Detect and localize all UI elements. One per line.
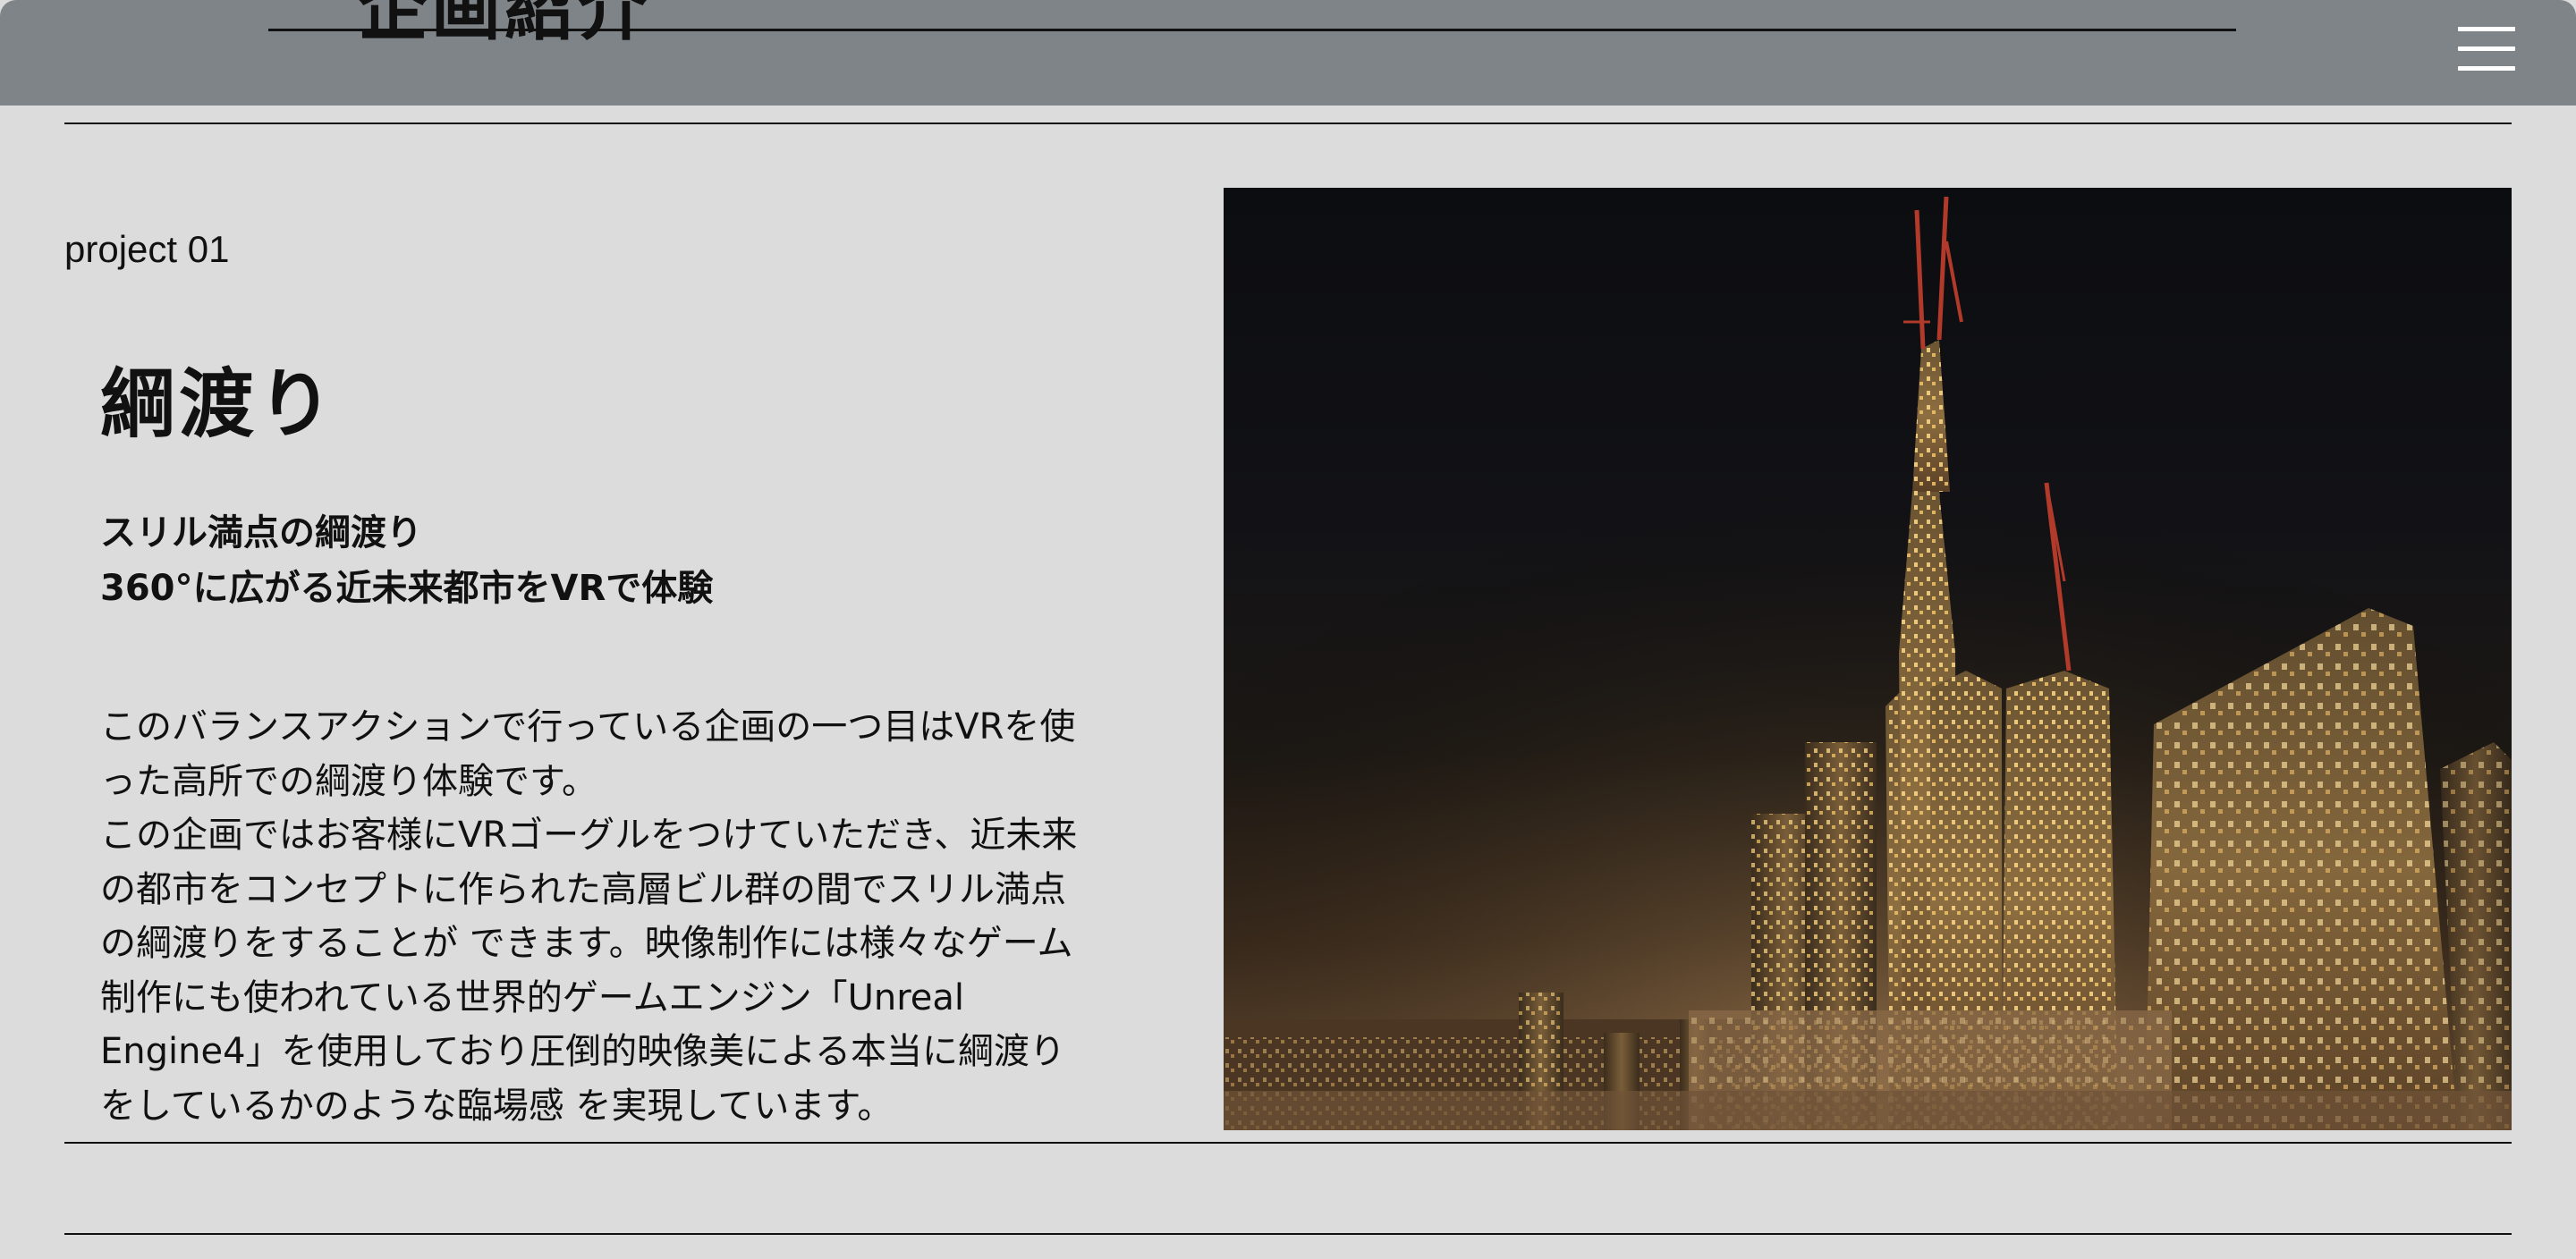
menu-bar: [2458, 27, 2515, 31]
project-number: project 01: [64, 228, 230, 270]
description-line: この企画ではお客様にVRゴーグルをつけていただき、近未来: [100, 815, 1078, 856]
page-title: 企画紹介: [358, 0, 652, 50]
description-line: をしているかのような臨場感 を実現しています。: [100, 1085, 894, 1127]
project-subtitle: スリル満点の綱渡り 360°に広がる近未来都市をVRで体験: [100, 505, 713, 616]
menu-bar: [2458, 66, 2515, 71]
site-header: 企画紹介: [0, 0, 2576, 106]
description-line: このバランスアクションで行っている企画の一つ目はVRを使: [100, 706, 1076, 748]
description-line: った高所での綱渡り体験です。: [100, 760, 597, 802]
section-divider-middle: [64, 1142, 2512, 1144]
description-line: 制作にも使われている世界的ゲームエンジン「Unreal: [100, 976, 965, 1018]
hamburger-menu-icon[interactable]: [2456, 25, 2519, 75]
menu-bar: [2458, 46, 2515, 51]
header-title-underline: [268, 29, 2236, 31]
subtitle-line: 360°に広がる近未来都市をVRで体験: [100, 568, 714, 609]
description-line: Engine4」を使用しており圧倒的映像美による本当に綱渡り: [100, 1031, 1065, 1072]
city-night-photo: [1224, 188, 2512, 1130]
page: 企画紹介 project 01 綱渡り スリル満点の綱渡り 360°に広がる近未…: [0, 0, 2576, 1259]
section-divider-top: [64, 123, 2512, 124]
description-line: の都市をコンセプトに作られた高層ビル群の間でスリル満点: [100, 868, 1066, 910]
project-title: 綱渡り: [100, 360, 337, 448]
subtitle-line: スリル満点の綱渡り: [100, 512, 422, 553]
project-description: このバランスアクションで行っている企画の一つ目はVRを使 った高所での綱渡り体験…: [100, 700, 1093, 1133]
section-divider-bottom: [64, 1233, 2512, 1235]
description-line: の綱渡りをすることが できます。映像制作には様々なゲーム: [100, 923, 1073, 964]
